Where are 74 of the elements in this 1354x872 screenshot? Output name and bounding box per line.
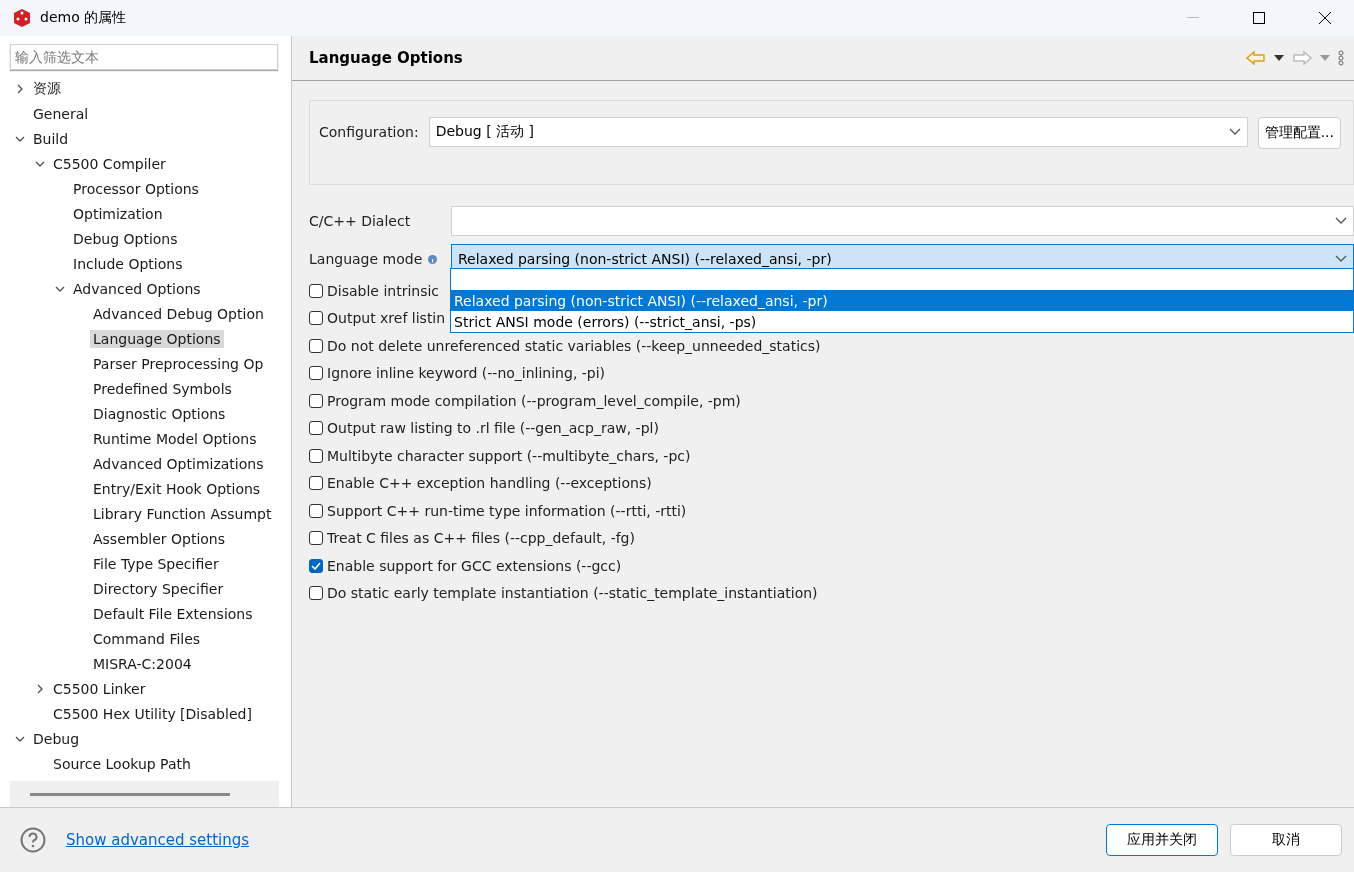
tree-item[interactable]: Language Options xyxy=(90,329,224,348)
close-icon[interactable] xyxy=(1319,12,1331,24)
checkbox-label[interactable]: Enable support for GCC extensions (--gcc) xyxy=(327,557,622,574)
tree-item[interactable]: Advanced Options xyxy=(70,279,204,298)
checkbox-label[interactable]: Do not delete unreferenced static variables (--keep_unneeded_statics) xyxy=(327,337,821,354)
expand-icon[interactable] xyxy=(15,83,25,94)
checkbox[interactable] xyxy=(309,393,323,408)
tree-item[interactable]: Debug Options xyxy=(70,229,181,248)
tree-item[interactable]: C5500 Hex Utility [Disabled] xyxy=(50,704,255,723)
checkbox[interactable] xyxy=(309,558,323,573)
tree-item[interactable]: Build xyxy=(30,129,72,148)
tree-item[interactable]: File Type Specifier xyxy=(90,554,222,573)
tree-item[interactable]: Library Function Assumpt xyxy=(90,504,275,523)
tree-item[interactable]: C5500 Compiler xyxy=(50,154,169,173)
checkbox-label[interactable]: Output xref listin xyxy=(327,310,446,327)
dropdown-option[interactable]: Relaxed parsing (non-strict ANSI) (--relaxed_ansi, -pr) xyxy=(451,290,1353,311)
caret-icon[interactable] xyxy=(1274,55,1284,61)
checkbox[interactable] xyxy=(309,311,323,326)
checkbox[interactable] xyxy=(309,421,323,436)
tree-item[interactable]: C5500 Linker xyxy=(50,679,149,698)
tree-item[interactable]: 资源 xyxy=(30,78,64,99)
tree-item[interactable]: Entry/Exit Hook Options xyxy=(90,479,264,498)
checkbox-label[interactable]: Treat C files as C++ files (--cpp_default, -fg) xyxy=(327,530,635,547)
window-title: demo 的属性 xyxy=(40,9,128,27)
show-advanced-settings-link[interactable]: Show advanced settings xyxy=(66,831,1086,849)
tree-item[interactable]: Runtime Model Options xyxy=(90,429,260,448)
expand-icon[interactable] xyxy=(35,683,45,694)
checkbox[interactable] xyxy=(309,531,323,546)
help-icon[interactable] xyxy=(20,827,46,853)
manage-configurations-button[interactable]: 管理配置... xyxy=(1257,117,1341,149)
tree-item[interactable]: Include Options xyxy=(70,254,186,273)
dialog-button[interactable]: 取消 xyxy=(1230,824,1342,856)
dialog-button[interactable]: 应用并关闭 xyxy=(1106,824,1218,856)
info-icon xyxy=(428,254,438,264)
tree-item[interactable]: Default File Extensions xyxy=(90,604,256,623)
tree-item[interactable]: General xyxy=(30,104,92,123)
cube-icon xyxy=(12,8,32,28)
checkbox[interactable] xyxy=(309,476,323,491)
more-icon[interactable] xyxy=(1338,50,1344,66)
tree-item[interactable]: Diagnostic Options xyxy=(90,404,229,423)
checkbox[interactable] xyxy=(309,503,323,518)
tree-item[interactable]: Source Lookup Path xyxy=(50,754,194,773)
checkbox-label[interactable]: Ignore inline keyword (--no_inlining, -pi) xyxy=(327,365,606,382)
checkbox[interactable] xyxy=(309,586,323,601)
tree-item[interactable]: Advanced Optimizations xyxy=(90,454,267,473)
horizontal-scrollbar[interactable] xyxy=(10,781,279,807)
checkbox[interactable] xyxy=(309,338,323,353)
checkbox[interactable] xyxy=(309,283,323,298)
maximize-icon[interactable] xyxy=(1253,12,1265,24)
tree-item[interactable]: Parser Preprocessing Op xyxy=(90,354,267,373)
tree-item[interactable]: Assembler Options xyxy=(90,529,229,548)
checkbox-label[interactable]: Output raw listing to .rl file (--gen_acp_raw, -pl) xyxy=(327,420,659,437)
tree-item[interactable]: Directory Specifier xyxy=(90,579,227,598)
tree-item[interactable]: Processor Options xyxy=(70,179,202,198)
dialect-label: C/C++ Dialect xyxy=(309,213,411,229)
filter-field[interactable]: 输入筛选文本 xyxy=(10,44,278,70)
checkbox-label[interactable]: Do static early template instantiation (--static_template_instantiation) xyxy=(327,585,818,602)
checkbox[interactable] xyxy=(309,366,323,381)
checkbox-label[interactable]: Support C++ run-time type information (--rtti, -rtti) xyxy=(327,502,687,519)
tree-item[interactable]: Predefined Symbols xyxy=(90,379,235,398)
checkbox-label[interactable]: Multibyte character support (--multibyte_chars, -pc) xyxy=(327,447,691,464)
tree-item[interactable]: MISRA-C:2004 xyxy=(90,654,195,673)
configuration-label: Configuration: xyxy=(319,124,419,140)
language-mode-label: Language mode xyxy=(309,251,423,267)
checkbox-label[interactable]: Disable intrinsic xyxy=(327,282,440,299)
tree-item[interactable]: Optimization xyxy=(70,204,166,223)
checkbox[interactable] xyxy=(309,448,323,463)
tree-item[interactable]: Advanced Debug Option xyxy=(90,304,267,323)
page-title: Language Options xyxy=(309,49,464,67)
configuration-dropdown[interactable]: Debug [ 活动 ] xyxy=(428,117,1248,147)
checkbox-label[interactable]: Program mode compilation (--program_level_compile, -pm) xyxy=(327,392,741,409)
checkbox-label[interactable]: Enable C++ exception handling (--exceptions) xyxy=(327,475,652,492)
tree-item[interactable]: Debug xyxy=(30,729,83,748)
tree-item[interactable]: Command Files xyxy=(90,629,204,648)
